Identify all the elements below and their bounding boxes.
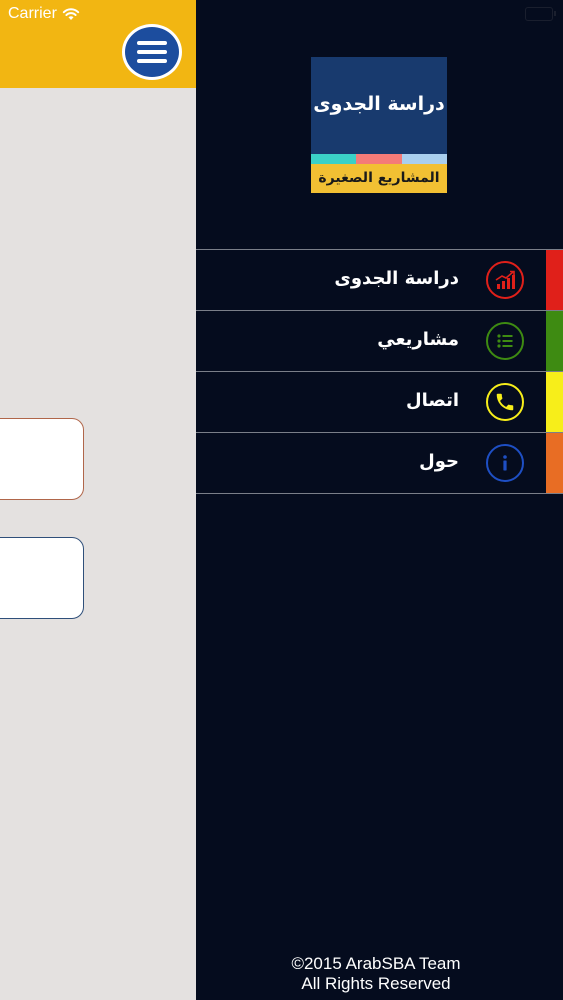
footer: ©2015 ArabSBA Team All Rights Reserved	[256, 954, 496, 994]
carrier-label: Carrier	[8, 5, 57, 22]
bar-chart-icon	[486, 261, 524, 299]
menu-item-contact[interactable]: اتصال	[196, 372, 563, 433]
wifi-icon	[62, 8, 80, 20]
phone-icon	[486, 383, 524, 421]
logo-stripe	[311, 154, 357, 164]
menu-item-label: دراسة الجدوى	[334, 268, 459, 289]
hamburger-line	[137, 41, 167, 45]
menu-item-feasibility-study[interactable]: دراسة الجدوى	[196, 250, 563, 311]
side-drawer: دراسة الجدوى المشاريع الصغيرة دراسة الجد…	[196, 0, 563, 1000]
menu-item-label: مشاريعي	[377, 329, 459, 350]
hamburger-line	[137, 59, 167, 63]
hamburger-line	[137, 50, 167, 54]
menu-item-label: اتصال	[405, 390, 459, 411]
info-icon	[486, 444, 524, 482]
footer-copyright: ©2015 ArabSBA Team	[291, 954, 461, 973]
menu-color-strip	[546, 311, 563, 371]
logo-title: دراسة الجدوى	[313, 93, 445, 115]
menu-item-my-projects[interactable]: مشاريعي	[196, 311, 563, 372]
menu-color-strip	[546, 250, 563, 310]
logo-stripes	[311, 154, 447, 164]
main-screen: Carrier	[0, 0, 196, 1000]
menu-item-label: حول	[419, 451, 459, 472]
battery-icon	[525, 7, 556, 21]
status-bar-carrier: Carrier	[8, 5, 80, 23]
input-field-1[interactable]	[0, 418, 84, 500]
footer-rights: All Rights Reserved	[301, 974, 451, 993]
list-icon	[486, 322, 524, 360]
app-logo: دراسة الجدوى المشاريع الصغيرة	[311, 57, 447, 193]
hamburger-menu-button[interactable]	[122, 24, 182, 80]
logo-stripe	[356, 154, 402, 164]
menu-item-about[interactable]: حول	[196, 433, 563, 494]
menu-color-strip	[546, 433, 563, 493]
logo-subtitle: المشاريع الصغيرة	[311, 164, 447, 193]
menu-color-strip	[546, 372, 563, 432]
drawer-menu: دراسة الجدوى مشاريعي اتصال حول	[196, 249, 563, 494]
logo-stripe	[401, 154, 447, 164]
main-header: Carrier	[0, 0, 196, 88]
input-field-2[interactable]	[0, 537, 84, 619]
